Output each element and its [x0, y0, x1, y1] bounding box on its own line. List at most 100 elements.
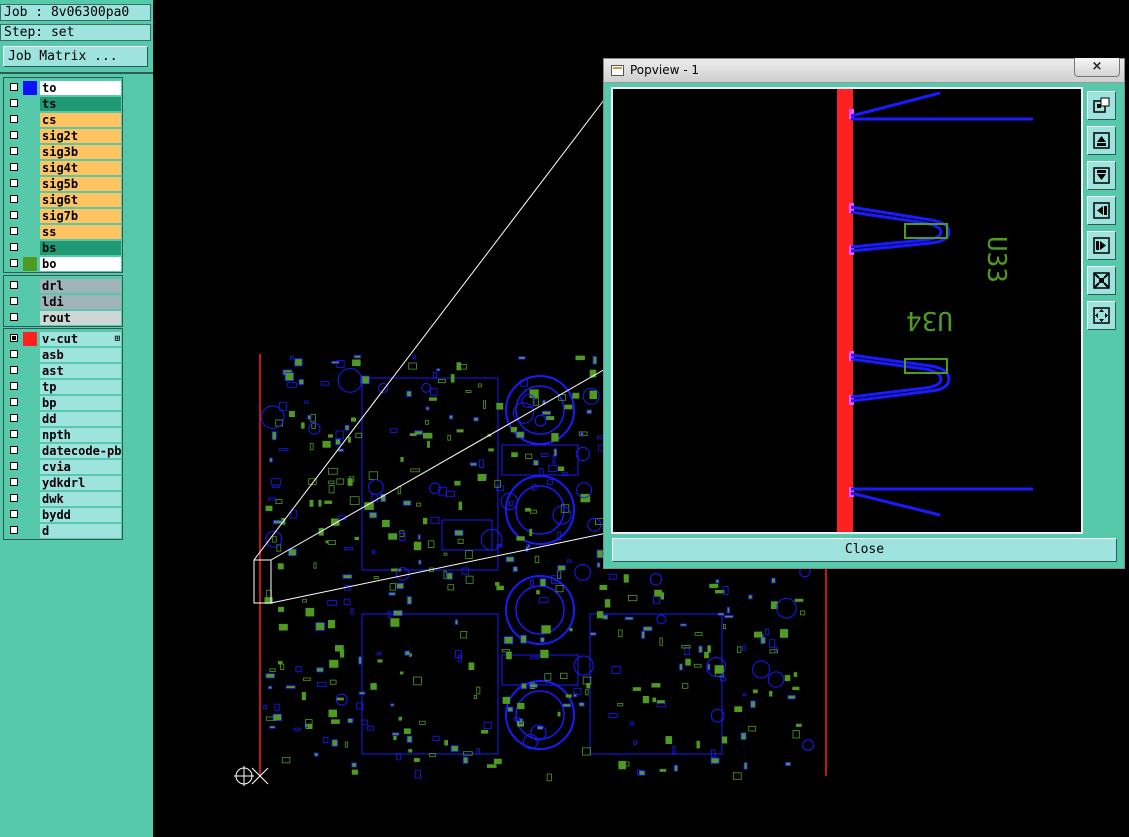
layer-row[interactable]: bo [4, 256, 122, 272]
layer-checkbox[interactable] [10, 99, 18, 107]
layer-checkbox[interactable] [10, 115, 18, 123]
layer-row[interactable]: sig6t [4, 192, 122, 208]
layer-name[interactable]: sig2t [40, 129, 121, 143]
layer-row[interactable]: bydd [4, 507, 122, 523]
layer-row[interactable]: ast [4, 363, 122, 379]
layer-row[interactable]: ts [4, 96, 122, 112]
layer-color-swatch[interactable] [23, 177, 37, 191]
popview-close-button[interactable]: Close [612, 538, 1117, 562]
layer-name[interactable]: sig3b [40, 145, 121, 159]
fit-view-button[interactable] [1087, 301, 1116, 330]
layer-name[interactable]: to [40, 81, 121, 95]
layer-name[interactable]: sig6t [40, 193, 121, 207]
layer-name[interactable]: datecode-pbo [40, 444, 121, 458]
layer-row[interactable]: cvia [4, 459, 122, 475]
layer-color-swatch[interactable] [23, 332, 37, 346]
layer-checkbox[interactable] [10, 494, 18, 502]
layer-color-swatch[interactable] [23, 161, 37, 175]
layer-row[interactable]: ldi [4, 294, 122, 310]
zoom-home-button[interactable] [1087, 91, 1116, 120]
layer-name[interactable]: npth [40, 428, 121, 442]
layer-checkbox[interactable] [10, 313, 18, 321]
layer-row[interactable]: dd [4, 411, 122, 427]
layer-name[interactable]: ts [40, 97, 121, 111]
layer-color-swatch[interactable] [23, 508, 37, 522]
layer-row[interactable]: bp [4, 395, 122, 411]
pan-down-button[interactable] [1087, 161, 1116, 190]
layer-row[interactable]: sig2t [4, 128, 122, 144]
layer-name[interactable]: bp [40, 396, 121, 410]
layer-name[interactable]: tp [40, 380, 121, 394]
layer-row[interactable]: sig5b [4, 176, 122, 192]
layer-checkbox[interactable] [10, 179, 18, 187]
layer-row[interactable]: datecode-pbo [4, 443, 122, 459]
layer-color-swatch[interactable] [23, 209, 37, 223]
popview-titlebar[interactable]: Popview - 1 × [604, 58, 1124, 83]
layer-name[interactable]: rout [40, 311, 121, 325]
layer-row[interactable]: tp [4, 379, 122, 395]
layer-name[interactable]: cvia [40, 460, 121, 474]
layer-checkbox[interactable] [10, 281, 18, 289]
layer-checkbox[interactable] [10, 446, 18, 454]
layer-color-swatch[interactable] [23, 113, 37, 127]
layer-checkbox[interactable] [10, 350, 18, 358]
layer-name[interactable]: sig4t [40, 161, 121, 175]
layer-checkbox[interactable] [10, 414, 18, 422]
layer-row[interactable]: ydkdrl [4, 475, 122, 491]
layer-color-swatch[interactable] [23, 476, 37, 490]
layer-name[interactable]: dd [40, 412, 121, 426]
layer-name[interactable]: v-cut [40, 332, 121, 346]
layer-checkbox[interactable] [10, 195, 18, 203]
pan-right-button[interactable] [1087, 231, 1116, 260]
layer-color-swatch[interactable] [23, 444, 37, 458]
layer-checkbox[interactable] [10, 478, 18, 486]
layer-row[interactable]: to [4, 80, 122, 96]
layer-row[interactable]: sig4t [4, 160, 122, 176]
layer-name[interactable]: sig5b [40, 177, 121, 191]
layer-row[interactable]: sig3b [4, 144, 122, 160]
layer-row[interactable]: ss [4, 224, 122, 240]
layer-name[interactable]: bs [40, 241, 121, 255]
layer-color-swatch[interactable] [23, 460, 37, 474]
layer-color-swatch[interactable] [23, 492, 37, 506]
layer-row[interactable]: bs [4, 240, 122, 256]
pan-left-button[interactable] [1087, 196, 1116, 225]
layer-checkbox[interactable] [10, 297, 18, 305]
layer-color-swatch[interactable] [23, 241, 37, 255]
layer-row[interactable]: d [4, 523, 122, 539]
pan-up-button[interactable] [1087, 126, 1116, 155]
layer-checkbox[interactable] [10, 163, 18, 171]
job-matrix-button[interactable]: Job Matrix ... [3, 46, 148, 67]
layer-checkbox[interactable] [10, 398, 18, 406]
layer-name[interactable]: bydd [40, 508, 121, 522]
layer-checkbox[interactable] [10, 366, 18, 374]
layer-row[interactable]: npth [4, 427, 122, 443]
layer-checkbox[interactable] [10, 147, 18, 155]
layer-name[interactable]: ldi [40, 295, 121, 309]
layer-color-swatch[interactable] [23, 380, 37, 394]
layer-name[interactable]: ast [40, 364, 121, 378]
layer-name[interactable]: d [40, 524, 121, 538]
layer-color-swatch[interactable] [23, 348, 37, 362]
layer-color-swatch[interactable] [23, 311, 37, 325]
layer-color-swatch[interactable] [23, 97, 37, 111]
layer-color-swatch[interactable] [23, 225, 37, 239]
layer-row[interactable]: rout [4, 310, 122, 326]
layer-row[interactable]: cs [4, 112, 122, 128]
layer-color-swatch[interactable] [23, 428, 37, 442]
layer-color-swatch[interactable] [23, 129, 37, 143]
layer-checkbox[interactable] [10, 510, 18, 518]
layer-row[interactable]: drl [4, 278, 122, 294]
layer-name[interactable]: ss [40, 225, 121, 239]
popview-zoom-canvas[interactable]: U34 U33 [611, 87, 1083, 534]
layer-checkbox[interactable] [10, 334, 18, 342]
layer-name[interactable]: cs [40, 113, 121, 127]
layer-name[interactable]: ydkdrl [40, 476, 121, 490]
layer-color-swatch[interactable] [23, 295, 37, 309]
layer-name[interactable]: dwk [40, 492, 121, 506]
layer-checkbox[interactable] [10, 430, 18, 438]
layer-checkbox[interactable] [10, 382, 18, 390]
layer-checkbox[interactable] [10, 131, 18, 139]
layer-row[interactable]: v-cut [4, 331, 122, 347]
layer-color-swatch[interactable] [23, 279, 37, 293]
